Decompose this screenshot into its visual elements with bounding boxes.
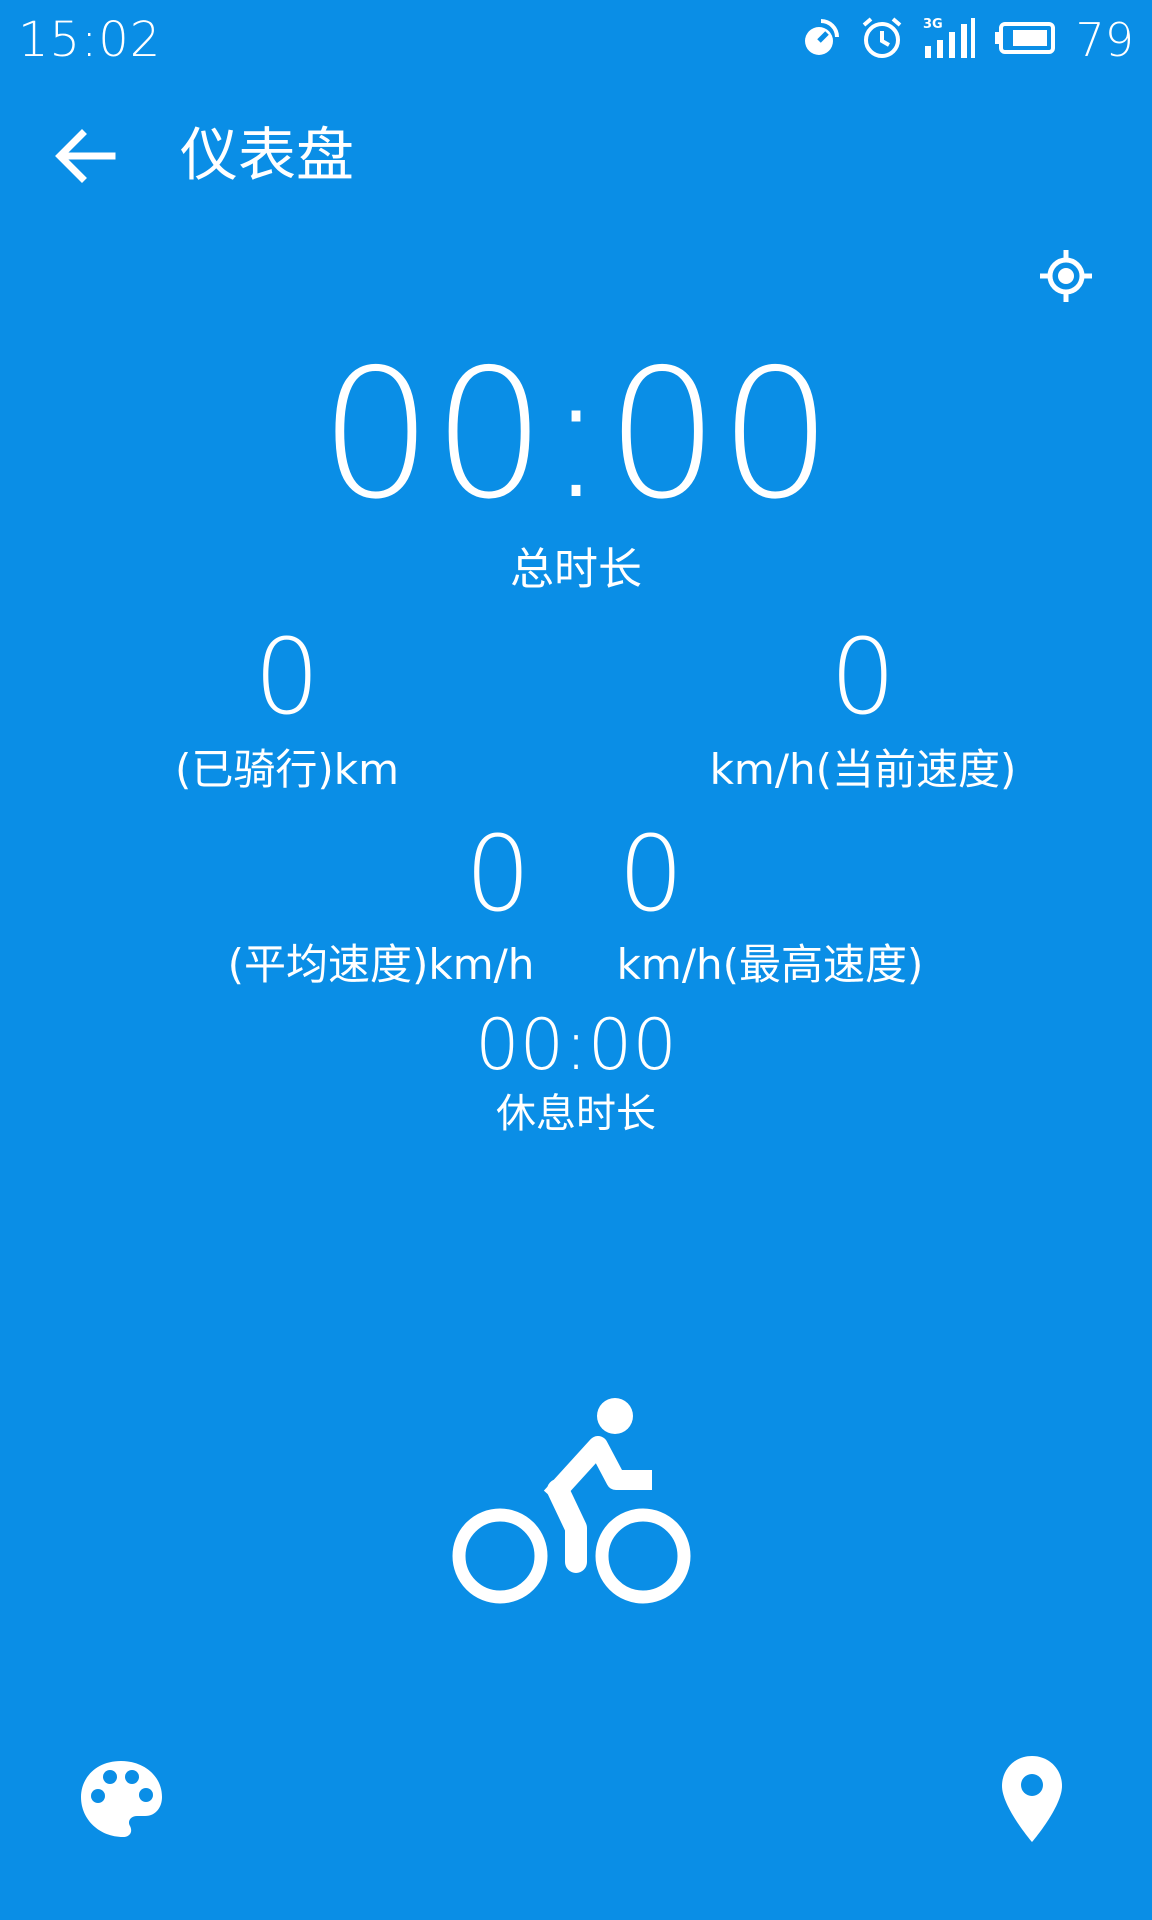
- location-pin-icon[interactable]: [1000, 1754, 1064, 1844]
- signal-3g-icon: 3G: [923, 16, 977, 64]
- svg-text:3G: 3G: [923, 17, 943, 32]
- palette-icon[interactable]: [78, 1758, 164, 1840]
- gps-locate-icon[interactable]: [1038, 248, 1094, 304]
- battery-level: 79: [1075, 13, 1134, 67]
- max-speed-value: 0: [617, 813, 685, 935]
- distance-label: (已骑行)km: [174, 745, 399, 794]
- alarm-icon: [859, 15, 905, 65]
- current-speed-value: 0: [829, 616, 897, 738]
- current-speed-label: km/h(当前速度): [709, 745, 1017, 794]
- distance-value: 0: [253, 616, 321, 738]
- battery-icon: [995, 20, 1057, 60]
- status-icons: 3G 79: [799, 10, 1134, 70]
- rest-duration-label: 休息时长: [496, 1091, 656, 1137]
- total-duration-label: 总时长: [510, 544, 642, 595]
- back-arrow-icon[interactable]: [52, 126, 118, 186]
- max-speed-label: km/h(最高速度): [616, 940, 924, 989]
- status-time: 15:02: [18, 12, 162, 68]
- sync-icon: [799, 17, 841, 63]
- total-duration-value: 00:00: [319, 331, 833, 538]
- page-title: 仪表盘: [180, 121, 355, 189]
- rest-duration-value: 00:00: [475, 1004, 677, 1086]
- average-speed-label: (平均速度)km/h: [227, 940, 535, 989]
- bicycle-icon[interactable]: [450, 1392, 702, 1612]
